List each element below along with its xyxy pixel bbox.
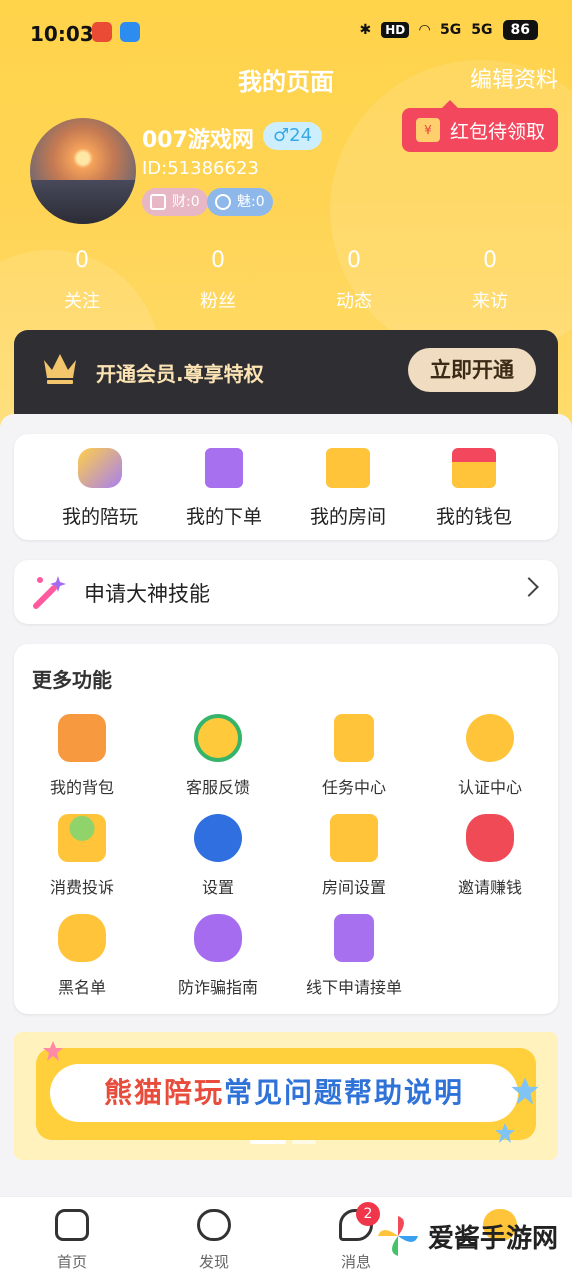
feature-offline-apply[interactable]: 线下申请接单 <box>286 914 422 998</box>
blacklist-icon <box>58 914 106 962</box>
username: 007游戏网 <box>142 128 254 153</box>
invite-money-icon <box>466 814 514 862</box>
wealth-badge: 财:0 <box>142 188 208 216</box>
chevron-right-icon <box>519 577 539 597</box>
stat-following[interactable]: 0 关注 <box>22 248 142 313</box>
more-features-card: 更多功能 我的背包 客服反馈 任务中心 认证中心 消费投诉 设置 房间设置 邀请… <box>14 644 558 1014</box>
star-icon <box>511 1077 539 1105</box>
quick-actions-card: 我的陪玩 我的下单 我的房间 我的钱包 <box>14 434 558 540</box>
signal-icon: 5G <box>471 22 493 38</box>
apply-skill-label: 申请大神技能 <box>84 582 210 606</box>
wallet-icon <box>452 448 496 488</box>
complaint-icon <box>58 814 106 862</box>
feature-task-center[interactable]: 任务中心 <box>286 714 422 798</box>
red-packet-label: 红包待领取 <box>450 120 546 143</box>
charm-badge: 魅:0 <box>207 188 273 216</box>
feature-room-settings[interactable]: 房间设置 <box>286 814 422 898</box>
feature-anti-fraud[interactable]: 防诈骗指南 <box>150 914 286 998</box>
status-bar: 10:03 ✱ HD ◠ 5G 5G 86 <box>0 0 572 68</box>
user-id: ID:51386623 <box>142 158 259 179</box>
stat-visitors[interactable]: 0 来访 <box>430 248 550 313</box>
magic-wand-icon <box>33 576 66 609</box>
bluetooth-icon: ✱ <box>359 22 372 38</box>
banner-title: 熊猫陪玩常见问题帮助说明 <box>50 1064 518 1122</box>
gamepad-icon <box>78 448 122 488</box>
quick-my-wallet[interactable]: 我的钱包 <box>414 448 534 529</box>
red-packet-icon: ¥ <box>416 118 440 142</box>
vip-banner[interactable]: 开通会员.尊享特权 立即开通 <box>14 330 558 414</box>
edit-profile-link[interactable]: 编辑资料 <box>470 62 558 94</box>
profile-header: 10:03 ✱ HD ◠ 5G 5G 86 我的页面 编辑资料 ¥ 红包待领取 … <box>0 0 572 440</box>
settings-icon <box>194 814 242 862</box>
vip-text: 开通会员.尊享特权 <box>96 362 264 386</box>
app-notification-icon <box>92 22 112 42</box>
gender-age-badge: ♂24 <box>263 122 323 150</box>
apply-skill-row[interactable]: 申请大神技能 <box>14 560 558 624</box>
hd-icon: HD <box>381 22 410 38</box>
wifi-icon: ◠ <box>419 22 431 38</box>
quick-my-room[interactable]: 我的房间 <box>288 448 408 529</box>
section-title: 更多功能 <box>32 668 112 692</box>
quick-my-companion[interactable]: 我的陪玩 <box>40 448 160 529</box>
feature-complaint[interactable]: 消费投诉 <box>14 814 150 898</box>
avatar[interactable] <box>30 118 136 224</box>
help-banner[interactable]: 熊猫陪玩常见问题帮助说明 <box>14 1032 558 1160</box>
feature-settings[interactable]: 设置 <box>150 814 286 898</box>
message-icon: 2 <box>339 1202 380 1241</box>
feature-blacklist[interactable]: 黑名单 <box>14 914 150 998</box>
room-icon <box>326 448 370 488</box>
quick-my-orders[interactable]: 我的下单 <box>164 448 284 529</box>
order-icon <box>205 448 243 488</box>
room-settings-icon <box>330 814 378 862</box>
tab-home[interactable]: 首页 <box>22 1209 122 1272</box>
star-icon <box>495 1123 515 1143</box>
red-packet-button[interactable]: ¥ 红包待领取 <box>402 100 558 152</box>
certify-icon <box>466 714 514 762</box>
backpack-icon <box>58 714 106 762</box>
pinwheel-logo-icon <box>377 1216 418 1256</box>
stat-posts[interactable]: 0 动态 <box>294 248 414 313</box>
crown-icon <box>44 354 76 384</box>
battery-icon: 86 <box>502 20 538 40</box>
anti-fraud-icon <box>194 914 242 962</box>
home-icon <box>55 1209 89 1241</box>
star-icon <box>43 1041 63 1061</box>
status-icons: ✱ HD ◠ 5G 5G 86 <box>360 20 538 40</box>
task-icon <box>334 714 374 762</box>
watermark: 爱酱手游网 <box>376 1214 558 1258</box>
wealth-icon <box>150 194 166 210</box>
vip-open-button[interactable]: 立即开通 <box>408 348 536 392</box>
tab-discover[interactable]: 发现 <box>164 1209 264 1272</box>
feature-backpack[interactable]: 我的背包 <box>14 714 150 798</box>
support-icon <box>194 714 242 762</box>
carousel-indicator <box>250 1140 316 1144</box>
feature-support[interactable]: 客服反馈 <box>150 714 286 798</box>
feature-certify-center[interactable]: 认证中心 <box>422 714 558 798</box>
feature-invite-earn[interactable]: 邀请赚钱 <box>422 814 558 898</box>
status-time: 10:03 <box>30 22 94 46</box>
signal-icon: 5G <box>440 22 462 38</box>
heart-icon <box>215 194 231 210</box>
offline-apply-icon <box>334 914 374 962</box>
app-notification-icon <box>120 22 140 42</box>
discover-icon <box>197 1209 231 1241</box>
stat-fans[interactable]: 0 粉丝 <box>158 248 278 313</box>
